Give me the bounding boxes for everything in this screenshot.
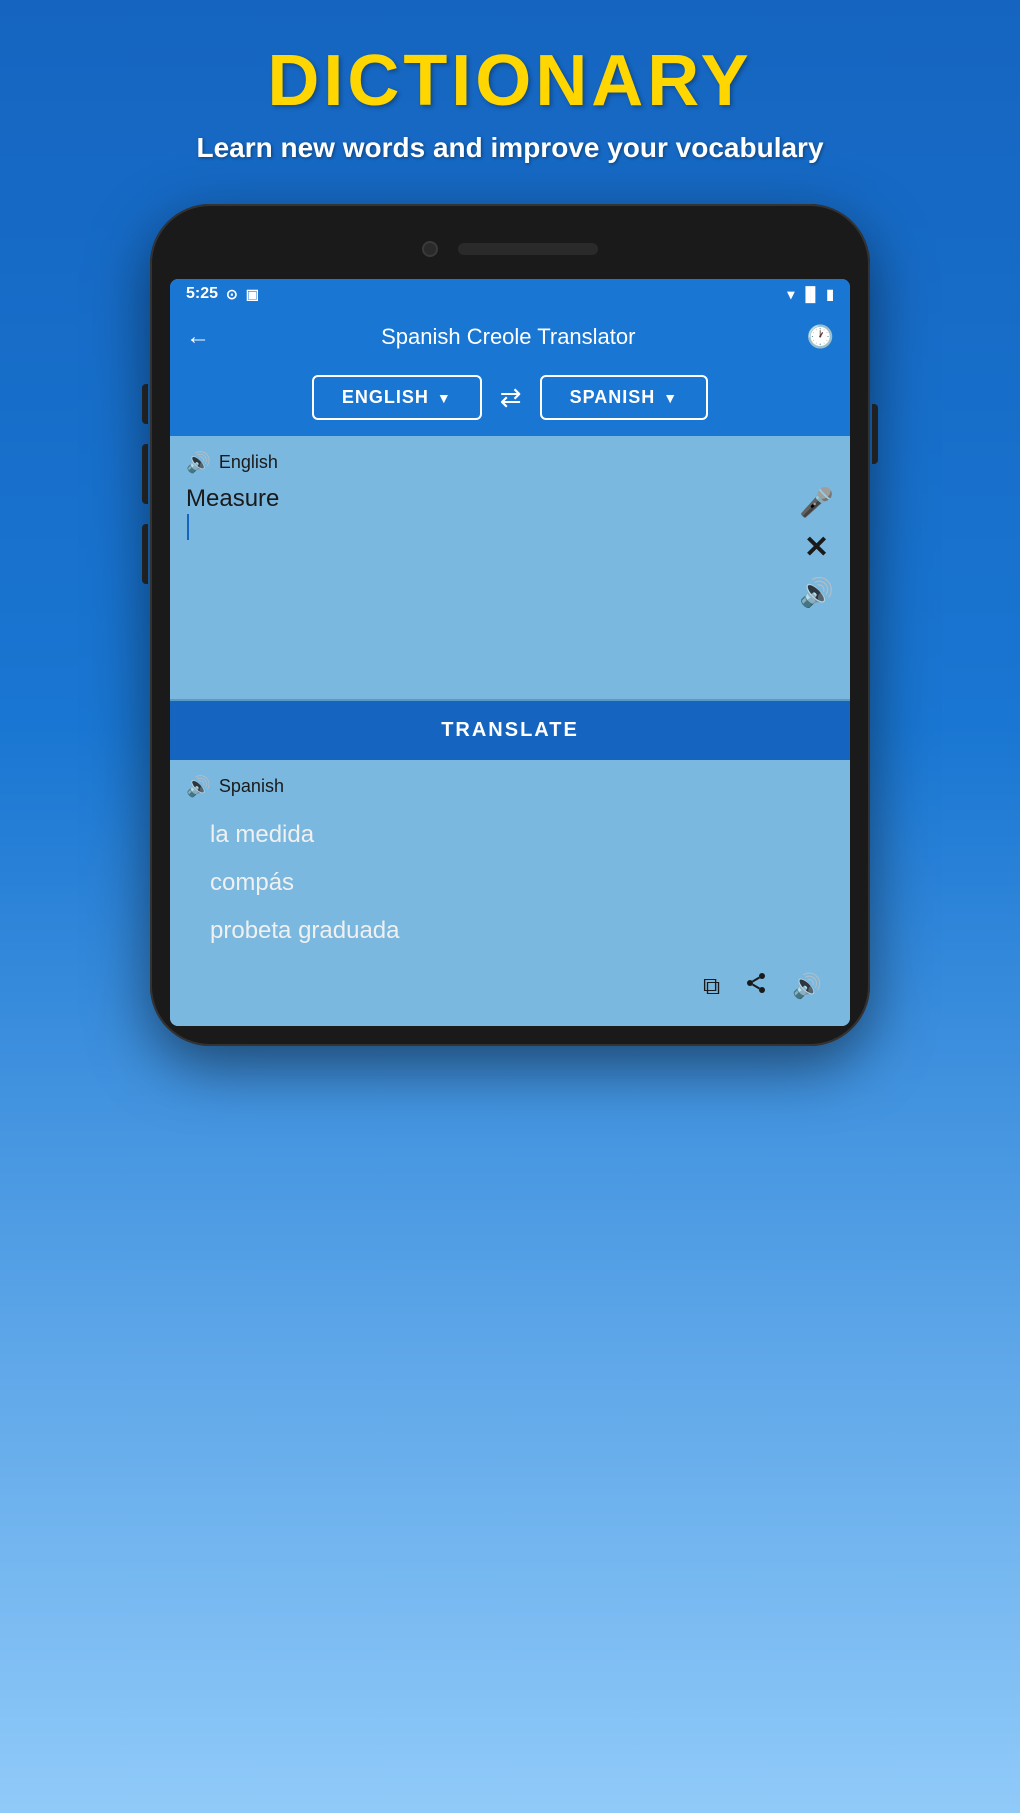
input-lang-label: 🔊 English <box>186 450 834 475</box>
phone-notch <box>170 224 850 274</box>
page-subtitle: Learn new words and improve your vocabul… <box>196 132 823 164</box>
swap-languages-button[interactable]: ⇄ <box>494 376 528 419</box>
translation-item-1: la medida <box>186 811 834 859</box>
text-input-field[interactable]: Measure <box>186 485 789 685</box>
phone-frame: 5:25 ⊙ ▣ ▾ ▐▌ ▮ ← Spanish Creole Transla… <box>150 204 870 1046</box>
app-bar-title: Spanish Creole Translator <box>226 324 791 350</box>
status-left: 5:25 ⊙ ▣ <box>186 285 259 303</box>
source-lang-dropdown-icon: ▼ <box>437 390 452 406</box>
phone-screen: 5:25 ⊙ ▣ ▾ ▐▌ ▮ ← Spanish Creole Transla… <box>170 279 850 1026</box>
swap-icon: ⇄ <box>500 382 522 412</box>
front-camera <box>422 241 438 257</box>
input-row: Measure 🎤 ✕ 🔊 <box>186 485 834 685</box>
volume-up-button <box>142 444 148 504</box>
target-language-button[interactable]: SPANISH ▼ <box>540 375 709 420</box>
input-speaker-button[interactable]: 🔊 <box>799 579 834 607</box>
status-right: ▾ ▐▌ ▮ <box>787 286 834 303</box>
media-icon: ⊙ <box>226 286 238 303</box>
volume-down-button <box>142 524 148 584</box>
output-lang-label: 🔊 Spanish <box>186 774 834 799</box>
input-area: 🔊 English Measure 🎤 ✕ 🔊 <box>170 436 850 701</box>
share-icon <box>744 974 768 1001</box>
translation-item-2: compás <box>186 859 834 907</box>
input-sound-icon[interactable]: 🔊 <box>186 450 211 475</box>
input-action-icons: 🎤 ✕ 🔊 <box>799 485 834 607</box>
page-title: DICTIONARY <box>196 40 823 122</box>
output-speaker-button[interactable]: 🔊 <box>792 972 822 1001</box>
translate-button[interactable]: TRANSLATE <box>170 701 850 760</box>
volume-silent-button <box>142 384 148 424</box>
phone-mockup: 5:25 ⊙ ▣ ▾ ▐▌ ▮ ← Spanish Creole Transla… <box>150 204 870 1046</box>
translation-item-3: probeta graduada <box>186 907 834 955</box>
output-actions: ⧉ <box>186 955 834 1010</box>
status-bar: 5:25 ⊙ ▣ ▾ ▐▌ ▮ <box>170 279 850 309</box>
header-section: DICTIONARY Learn new words and improve y… <box>196 0 823 194</box>
output-sound-icon[interactable]: 🔊 <box>186 774 211 799</box>
app-bar: ← Spanish Creole Translator 🕐 <box>170 309 850 365</box>
clear-button[interactable]: ✕ <box>804 533 829 563</box>
output-area: 🔊 Spanish la medida compás probeta gradu… <box>170 760 850 1026</box>
wifi-icon: ▾ <box>787 286 794 303</box>
target-lang-dropdown-icon: ▼ <box>663 390 678 406</box>
history-button[interactable]: 🕐 <box>807 324 834 350</box>
input-text-value: Measure <box>186 485 789 513</box>
input-language-name: English <box>219 452 278 473</box>
text-cursor <box>187 514 189 540</box>
language-selector-bar: ENGLISH ▼ ⇄ SPANISH ▼ <box>170 365 850 436</box>
signal-icon: ▐▌ <box>800 286 820 302</box>
share-button[interactable] <box>744 971 768 1002</box>
output-speaker-icon: 🔊 <box>792 973 822 1000</box>
microphone-button[interactable]: 🎤 <box>799 489 834 517</box>
sim-icon: ▣ <box>246 286 259 303</box>
source-language-button[interactable]: ENGLISH ▼ <box>312 375 482 420</box>
output-language-name: Spanish <box>219 776 284 797</box>
translation-results: la medida compás probeta graduada <box>186 811 834 955</box>
battery-icon: ▮ <box>826 286 834 303</box>
earpiece-speaker <box>458 243 598 255</box>
source-language-label: ENGLISH <box>342 387 429 408</box>
copy-icon: ⧉ <box>703 973 720 1000</box>
copy-button[interactable]: ⧉ <box>703 973 720 1001</box>
status-time: 5:25 <box>186 285 218 303</box>
target-language-label: SPANISH <box>570 387 656 408</box>
power-button <box>872 404 878 464</box>
back-button[interactable]: ← <box>186 323 210 351</box>
